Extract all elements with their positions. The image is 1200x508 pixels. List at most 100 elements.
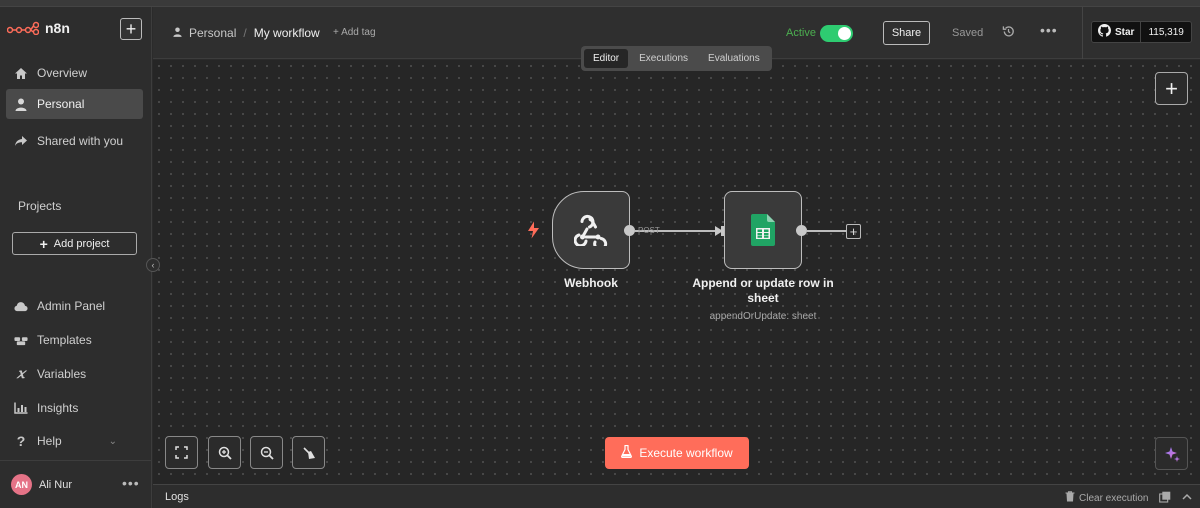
broom-icon	[302, 446, 315, 459]
execute-workflow-button[interactable]: Execute workflow	[605, 437, 749, 469]
n8n-logo-icon	[7, 21, 39, 35]
github-icon	[1098, 24, 1111, 40]
sheets-node-subtitle: appendOrUpdate: sheet	[709, 311, 817, 322]
workflow-canvas[interactable]	[153, 60, 1200, 484]
history-icon[interactable]	[1002, 25, 1016, 39]
sidebar-item-label: Insights	[37, 401, 79, 415]
sidebar-item-label: Variables	[37, 367, 87, 381]
fit-view-icon	[175, 446, 188, 459]
view-tabs: Editor Executions Evaluations	[581, 46, 772, 71]
window-top-strip	[0, 0, 1200, 7]
plus-icon: +	[39, 235, 48, 252]
add-project-label: Add project	[53, 237, 110, 250]
sidebar-item-label: Templates	[37, 333, 92, 347]
user-row[interactable]: AN Ali Nur •••	[0, 460, 152, 508]
add-node-button[interactable]: +	[1155, 72, 1188, 105]
sheets-node-title: Append or update row in sheet	[678, 276, 848, 306]
github-star-label: Star	[1115, 26, 1135, 38]
share-icon	[14, 134, 28, 148]
sidebar-item-label: Admin Panel	[37, 299, 106, 313]
sidebar-item-admin-panel[interactable]: Admin Panel	[6, 291, 143, 321]
execute-workflow-label: Execute workflow	[639, 446, 733, 460]
workflow-name[interactable]: My workflow	[254, 26, 320, 40]
sparkle-icon	[1164, 446, 1180, 462]
logs-label: Logs	[165, 491, 189, 503]
zoom-in-icon	[218, 446, 232, 460]
google-sheets-icon	[751, 214, 775, 246]
add-project-button[interactable]: + Add project	[12, 232, 137, 255]
chevron-left-icon: ‹	[151, 260, 155, 270]
google-sheets-node[interactable]	[724, 191, 802, 269]
tidy-up-button[interactable]	[292, 436, 325, 469]
more-options-button[interactable]: •••	[1040, 22, 1058, 38]
chevron-up-icon[interactable]	[1181, 490, 1194, 503]
ai-assistant-button[interactable]	[1155, 437, 1188, 470]
sidebar-item-insights[interactable]: Insights	[6, 393, 143, 423]
chart-icon	[14, 401, 28, 415]
github-star-count: 115,319	[1141, 22, 1191, 42]
tab-evaluations[interactable]: Evaluations	[699, 49, 769, 68]
user-icon	[173, 26, 182, 40]
sheets-node-title-line1: Append or update row in	[692, 276, 834, 290]
tab-editor[interactable]: Editor	[584, 49, 629, 68]
connection-label: POST	[638, 226, 660, 235]
webhook-icon	[574, 214, 608, 246]
projects-section-title: Projects	[18, 199, 62, 213]
saved-status: Saved	[952, 27, 984, 39]
fit-view-button[interactable]	[165, 436, 198, 469]
flask-icon	[621, 444, 633, 461]
avatar: AN	[11, 474, 32, 495]
sidebar: n8n + Overview Personal Shared with you …	[0, 7, 152, 508]
sidebar-item-overview[interactable]: Overview	[6, 58, 143, 88]
user-menu-button[interactable]: •••	[122, 475, 140, 491]
sheets-node-title-line2: sheet	[747, 291, 779, 305]
sidebar-item-templates[interactable]: Templates	[6, 325, 143, 355]
share-button[interactable]: Share	[883, 21, 930, 45]
collapse-sidebar-button[interactable]: ‹	[146, 258, 160, 272]
toggle-knob	[838, 27, 851, 40]
webhook-node[interactable]	[552, 191, 630, 269]
output-wire	[806, 230, 846, 232]
zoom-out-button[interactable]	[250, 436, 283, 469]
sidebar-item-label: Help	[37, 434, 62, 448]
header-divider	[1082, 7, 1083, 59]
add-tag-button[interactable]: + Add tag	[333, 27, 376, 38]
cloud-icon	[14, 299, 28, 313]
active-label: Active	[786, 27, 816, 39]
help-icon: ?	[16, 433, 26, 449]
add-next-node-button[interactable]: +	[846, 224, 861, 239]
trigger-bolt-icon	[527, 221, 540, 244]
sidebar-item-personal[interactable]: Personal	[6, 89, 143, 119]
github-star-button[interactable]: Star 115,319	[1091, 21, 1192, 43]
templates-icon	[14, 333, 28, 347]
active-toggle[interactable]	[820, 25, 853, 42]
breadcrumb-parent[interactable]: Personal	[189, 26, 236, 40]
breadcrumb: Personal / My workflow	[173, 26, 320, 40]
home-icon	[14, 66, 28, 80]
logo-text: n8n	[45, 20, 70, 36]
sidebar-item-label: Overview	[37, 66, 88, 80]
sidebar-item-help[interactable]: ? Help ⌄	[6, 426, 143, 456]
trash-icon	[1065, 491, 1075, 505]
user-icon	[14, 97, 28, 111]
zoom-out-icon	[260, 446, 274, 460]
clear-execution-label: Clear execution	[1079, 492, 1149, 504]
sidebar-item-variables[interactable]: 𝑥 Variables	[6, 359, 143, 389]
logo[interactable]: n8n	[7, 20, 70, 36]
breadcrumb-separator: /	[243, 26, 247, 40]
new-button[interactable]: +	[120, 18, 142, 40]
sidebar-item-label: Shared with you	[37, 134, 124, 148]
sidebar-item-label: Personal	[37, 97, 85, 111]
clear-execution-button[interactable]: Clear execution	[1065, 491, 1148, 505]
chevron-down-icon: ⌄	[108, 435, 117, 447]
popout-icon[interactable]	[1159, 490, 1172, 503]
github-star-left: Star	[1092, 22, 1142, 42]
webhook-node-title: Webhook	[564, 276, 618, 290]
zoom-in-button[interactable]	[208, 436, 241, 469]
variables-icon: 𝑥	[17, 366, 25, 382]
sidebar-item-shared-with-you[interactable]: Shared with you	[6, 126, 143, 156]
n8n-app: n8n + Overview Personal Shared with you …	[0, 0, 1200, 508]
tab-executions[interactable]: Executions	[630, 49, 697, 68]
user-name: Ali Nur	[39, 479, 73, 491]
logs-bar[interactable]: Logs Clear execution	[153, 484, 1200, 508]
